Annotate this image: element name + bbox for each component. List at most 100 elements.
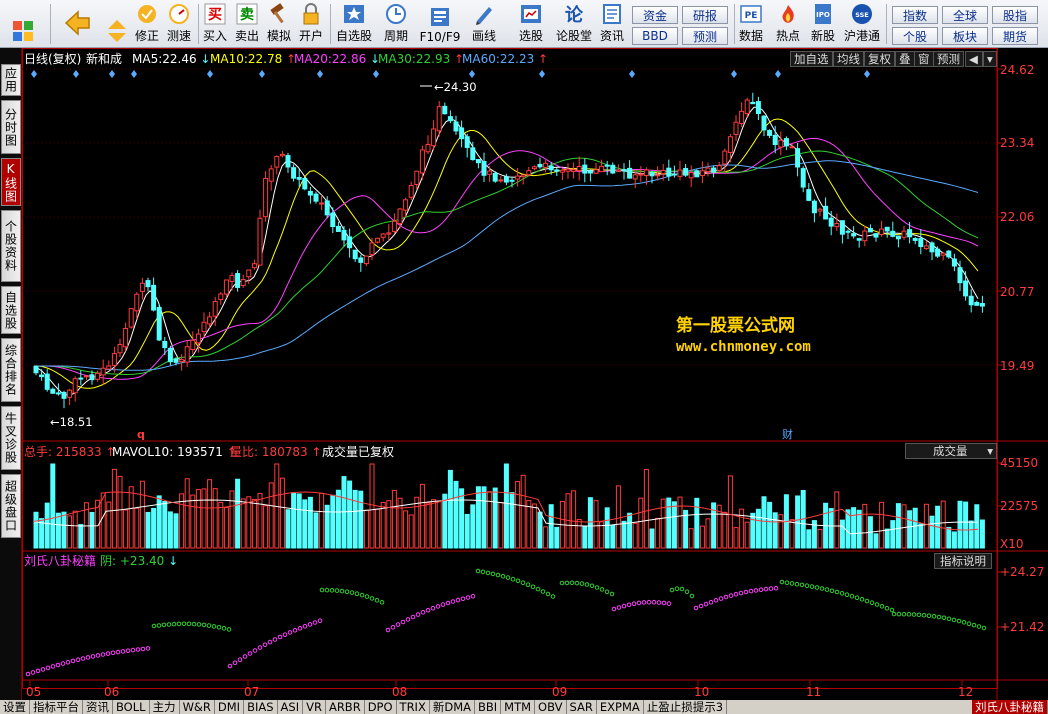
futures-button[interactable]: 期货 <box>992 27 1038 45</box>
indicator-tab[interactable]: BOLL <box>113 700 150 714</box>
volume-bar <box>834 491 840 549</box>
volume-bar <box>487 491 493 549</box>
candle-body <box>67 389 73 398</box>
sidebar-tab-watchlist[interactable]: 自选股 <box>1 286 21 334</box>
ma5-line <box>33 106 979 396</box>
volume-bar <box>509 492 515 549</box>
kline-chart-area[interactable]: 日线(复权) 新和成 MA5:22.46 ↓ MA10:22.78 ↑ MA20… <box>22 48 1048 700</box>
sidebar-tab-diagnosis[interactable]: 牛叉诊股 <box>1 406 21 470</box>
indicator-tab[interactable]: W&R <box>180 700 215 714</box>
index-button[interactable]: 指数 <box>892 6 938 24</box>
funds-button[interactable]: 资金 <box>632 6 678 24</box>
back-button[interactable] <box>58 2 96 46</box>
watchlist-button[interactable]: 自选股 <box>332 2 376 46</box>
volume-bar <box>767 501 773 549</box>
volume-bar <box>212 488 218 549</box>
indicator-dot <box>135 647 141 652</box>
forecast-chart-button[interactable]: 预测 <box>933 51 964 67</box>
sector-button[interactable]: 板块 <box>942 27 988 45</box>
stock-index-button[interactable]: 股指 <box>992 6 1038 24</box>
buy-button[interactable]: 买 买入 <box>200 2 230 46</box>
indicator-explain-button[interactable]: 指标说明 <box>934 553 992 569</box>
forecast-button[interactable]: 预测 <box>682 27 728 45</box>
indicator-tab[interactable]: BIAS <box>244 700 278 714</box>
f10-button[interactable]: F10/F9 <box>416 2 464 46</box>
data-button[interactable]: PE 数据 <box>736 2 766 46</box>
volume-indicator-select[interactable]: 成交量 ▾ <box>905 443 997 459</box>
global-button[interactable]: 全球 <box>942 6 988 24</box>
indicator-tab[interactable]: 主力 <box>150 700 180 714</box>
new-stock-button[interactable]: IPO 新股 <box>808 2 838 46</box>
indicator-tab[interactable]: 刘氏八卦秘籍 <box>972 700 1048 714</box>
overlay-button[interactable]: 叠 <box>895 51 915 67</box>
speed-button[interactable]: 测速 <box>164 2 194 46</box>
indicator-tab[interactable]: 设置 <box>0 700 30 714</box>
indicator-tab[interactable]: OBV <box>535 700 567 714</box>
research-button[interactable]: 研报 <box>682 6 728 24</box>
single-stock-button[interactable]: 个股 <box>892 27 938 45</box>
indicator-tab[interactable]: ARBR <box>326 700 365 714</box>
sidebar-tab-ranking[interactable]: 综合排名 <box>1 338 21 402</box>
fix-button[interactable]: 修正 <box>132 2 162 46</box>
indicator-dot <box>626 602 632 608</box>
indicator-tab[interactable]: VR <box>303 700 326 714</box>
stock-select-button[interactable]: 选股 <box>510 2 552 46</box>
sidebar-tab-timeshare[interactable]: 分时图 <box>1 100 21 154</box>
app-menu-button[interactable] <box>6 2 40 46</box>
sidebar-tab-super-quote[interactable]: 超级盘口 <box>1 474 21 538</box>
volume-bar <box>750 512 756 549</box>
updown-button[interactable] <box>102 2 132 46</box>
sell-button[interactable]: 卖 卖出 <box>232 2 262 46</box>
bbd-button[interactable]: BBD <box>632 27 678 45</box>
info-button[interactable]: 资讯 <box>596 2 628 46</box>
indicator-tab[interactable]: BBI <box>475 700 502 714</box>
indicator-tab[interactable]: 新DMA <box>430 700 475 714</box>
window-button[interactable]: 窗 <box>914 51 934 67</box>
indicator-dot <box>879 604 885 609</box>
indicator-tab[interactable]: SAR <box>567 700 597 714</box>
draw-button[interactable]: 画线 <box>466 2 502 46</box>
candle-body <box>817 208 823 212</box>
indicator-dot <box>936 614 942 620</box>
indicator-tab[interactable]: 资讯 <box>83 700 113 714</box>
indicator-dot <box>206 623 212 628</box>
candle-body <box>526 170 532 176</box>
candle-body <box>733 121 739 135</box>
volume-bar <box>604 507 610 549</box>
indicator-tab[interactable]: TRIX <box>397 700 430 714</box>
volume-bar <box>963 501 969 549</box>
volume-bar <box>571 490 577 549</box>
hotspot-button[interactable]: 热点 <box>770 2 806 46</box>
indicator-tab[interactable]: EXPMA <box>597 700 644 714</box>
sidebar-tab-stock-profile[interactable]: 个股资料 <box>1 210 21 282</box>
indicator-dot <box>559 580 565 586</box>
chart-menu-dropdown[interactable]: ▾ <box>983 51 997 67</box>
sidebar-tab-kline[interactable]: K线图 <box>1 158 21 206</box>
indicator-tab[interactable]: DPO <box>365 700 397 714</box>
volume-bar <box>55 512 61 549</box>
indicator-tab[interactable]: ASI <box>278 700 304 714</box>
speaker-button[interactable]: ◀ <box>965 51 983 67</box>
hk-connect-button[interactable]: SSE 沪港通 <box>842 2 882 46</box>
simulate-button[interactable]: 模拟 <box>264 2 294 46</box>
forum-button[interactable]: 论 论股堂 <box>554 2 594 46</box>
candle-body <box>744 99 750 115</box>
volume-bar <box>475 486 481 549</box>
indicator-tab[interactable]: DMI <box>215 700 245 714</box>
fix-icon <box>136 3 158 25</box>
indicator-tab[interactable]: MTM <box>501 700 536 714</box>
indicator-tab[interactable]: 止盈止损提示3 <box>644 700 728 714</box>
volume-bar <box>246 496 252 549</box>
candle-body <box>324 200 330 216</box>
candle-body <box>660 169 666 175</box>
volume-bar <box>761 496 767 549</box>
add-watchlist-button[interactable]: 加自选 <box>790 51 833 67</box>
ma-line-button[interactable]: 均线 <box>833 51 864 67</box>
candle-body <box>44 373 50 390</box>
candle-body <box>683 168 689 176</box>
period-button[interactable]: 周期 <box>378 2 414 46</box>
sidebar-tab-apps[interactable]: 应用 <box>1 64 21 96</box>
restore-rights-button[interactable]: 复权 <box>864 51 895 67</box>
indicator-tab[interactable]: 指标平台 <box>30 700 83 714</box>
open-account-button[interactable]: 开户 <box>296 2 326 46</box>
